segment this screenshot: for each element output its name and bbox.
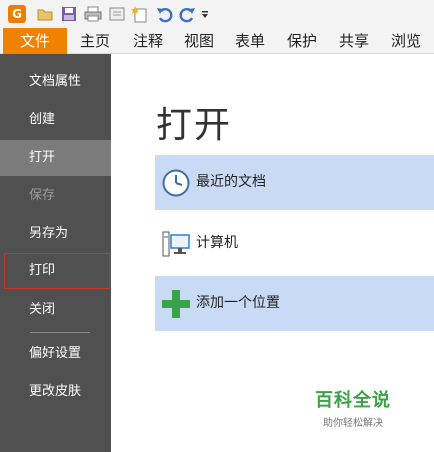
new-icon[interactable] bbox=[131, 5, 149, 23]
tab-home[interactable]: 主页 bbox=[73, 28, 117, 54]
tab-share[interactable]: 共享 bbox=[332, 28, 376, 54]
clock-icon bbox=[162, 169, 190, 197]
plus-icon bbox=[162, 290, 190, 318]
tab-view[interactable]: 视图 bbox=[177, 28, 221, 54]
menu-item-open[interactable]: 打开 bbox=[0, 140, 111, 176]
menu-item-print[interactable]: 打印 bbox=[4, 253, 110, 289]
option-label: 计算机 bbox=[196, 235, 238, 251]
menu-item-change-skin[interactable]: 更改皮肤 bbox=[0, 374, 111, 410]
menu-item-preferences[interactable]: 偏好设置 bbox=[0, 336, 111, 372]
quick-access-toolbar: G bbox=[0, 0, 434, 28]
watermark-subtitle: 助你轻松解决 bbox=[323, 418, 383, 429]
option-computer[interactable]: 计算机 bbox=[155, 216, 434, 271]
watermark-title: 百科全说 bbox=[315, 390, 391, 411]
computer-icon bbox=[162, 231, 190, 257]
option-add-location[interactable]: 添加一个位置 bbox=[155, 276, 434, 331]
print-icon[interactable] bbox=[84, 5, 102, 23]
print-preview-icon[interactable] bbox=[108, 5, 126, 23]
tab-file[interactable]: 文件 bbox=[3, 28, 67, 54]
open-folder-icon[interactable] bbox=[36, 5, 54, 23]
save-icon[interactable] bbox=[60, 5, 78, 23]
file-menu: 文档属性 创建 打开 保存 另存为 打印 关闭 偏好设置 更改皮肤 bbox=[0, 54, 111, 452]
menu-item-save-as[interactable]: 另存为 bbox=[0, 216, 111, 252]
menu-item-document-properties[interactable]: 文档属性 bbox=[0, 64, 111, 100]
ribbon-tabs: 文件 主页 注释 视图 表单 保护 共享 浏览 bbox=[0, 28, 434, 54]
tab-form[interactable]: 表单 bbox=[228, 28, 272, 54]
option-recent-documents[interactable]: 最近的文档 bbox=[155, 155, 434, 210]
undo-icon[interactable] bbox=[156, 5, 174, 23]
app-logo[interactable]: G bbox=[8, 5, 26, 23]
watermark: 百科全说 助你轻松解决 bbox=[312, 386, 394, 429]
option-label: 添加一个位置 bbox=[196, 295, 280, 311]
customize-dropdown-icon[interactable] bbox=[200, 5, 210, 23]
menu-item-create[interactable]: 创建 bbox=[0, 102, 111, 138]
redo-icon[interactable] bbox=[178, 5, 196, 23]
tab-protect[interactable]: 保护 bbox=[280, 28, 324, 54]
option-label: 最近的文档 bbox=[196, 174, 266, 190]
menu-item-close[interactable]: 关闭 bbox=[0, 292, 111, 328]
tab-comment[interactable]: 注释 bbox=[126, 28, 170, 54]
tab-browse[interactable]: 浏览 bbox=[384, 28, 428, 54]
menu-item-save: 保存 bbox=[29, 188, 56, 203]
page-title: 打开 bbox=[156, 105, 233, 146]
menu-divider bbox=[30, 332, 90, 333]
